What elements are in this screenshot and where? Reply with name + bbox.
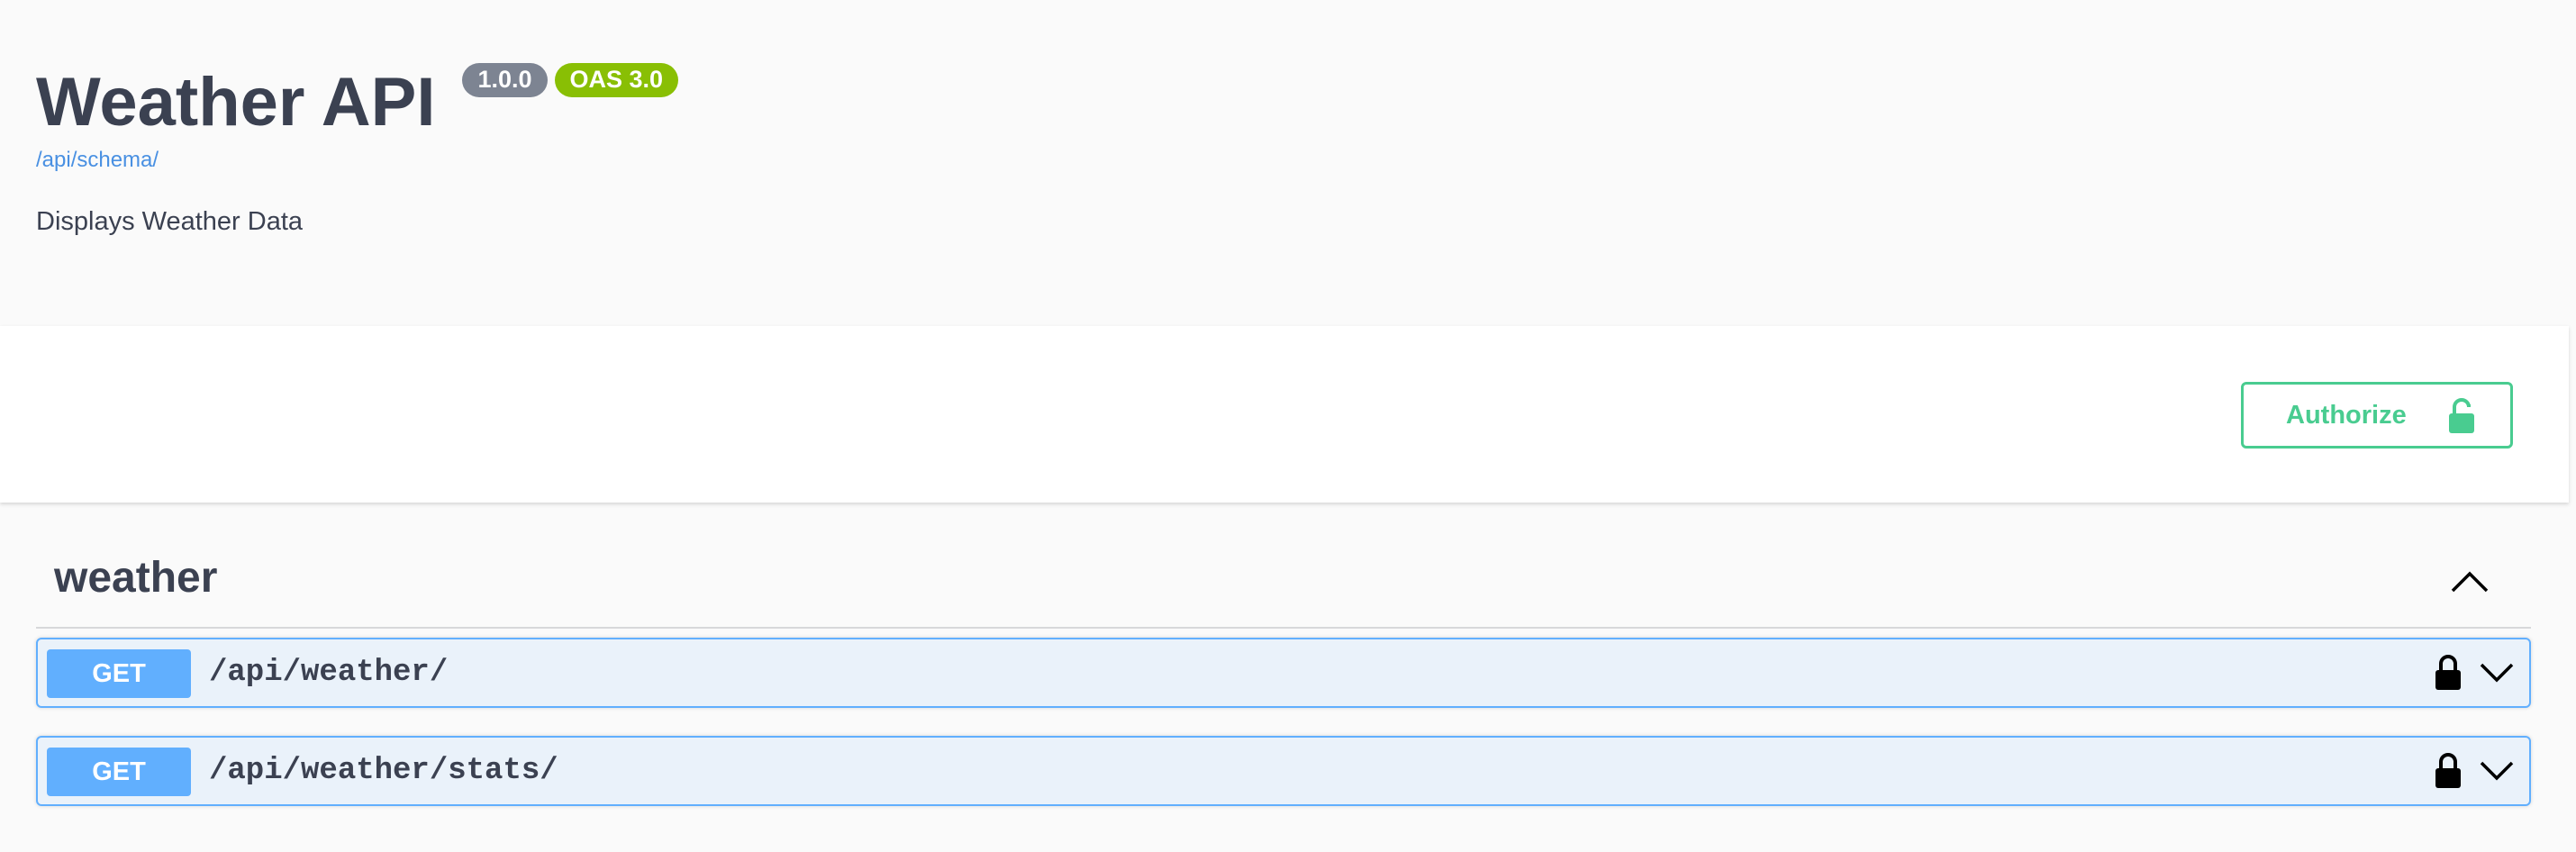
unlocked-icon	[2449, 398, 2474, 433]
chevron-down-icon[interactable]	[2479, 661, 2515, 684]
chevron-up-icon[interactable]	[2450, 569, 2490, 594]
operation-get-weather-stats[interactable]: GET /api/weather/stats/	[36, 736, 2531, 806]
api-description: Displays Weather Data	[36, 207, 304, 236]
method-badge: GET	[47, 748, 191, 796]
schema-link[interactable]: /api/schema/	[36, 148, 159, 173]
scheme-container: Authorize	[0, 326, 2569, 503]
tag-name[interactable]: weather	[54, 557, 217, 600]
tag-section-weather: weather GET /api/weather/ GET /api/weath…	[36, 503, 2531, 852]
oas-badge: OAS 3.0	[554, 63, 679, 97]
method-badge: GET	[47, 649, 191, 698]
authorize-button[interactable]: Authorize	[2241, 382, 2513, 449]
lock-icon[interactable]	[2434, 752, 2463, 790]
tag-header[interactable]	[36, 539, 2531, 629]
page-title: Weather API	[36, 64, 436, 140]
chevron-down-icon[interactable]	[2479, 759, 2515, 783]
operation-path: /api/weather/	[209, 656, 449, 690]
operation-get-weather[interactable]: GET /api/weather/	[36, 638, 2531, 708]
authorize-label: Authorize	[2286, 400, 2407, 430]
lock-icon[interactable]	[2434, 654, 2463, 692]
info-section: Weather API 1.0.0 OAS 3.0 /api/schema/ D…	[0, 0, 2576, 326]
title-row: Weather API 1.0.0 OAS 3.0	[36, 63, 679, 140]
operation-path: /api/weather/stats/	[209, 754, 558, 788]
version-badge: 1.0.0	[462, 63, 548, 97]
